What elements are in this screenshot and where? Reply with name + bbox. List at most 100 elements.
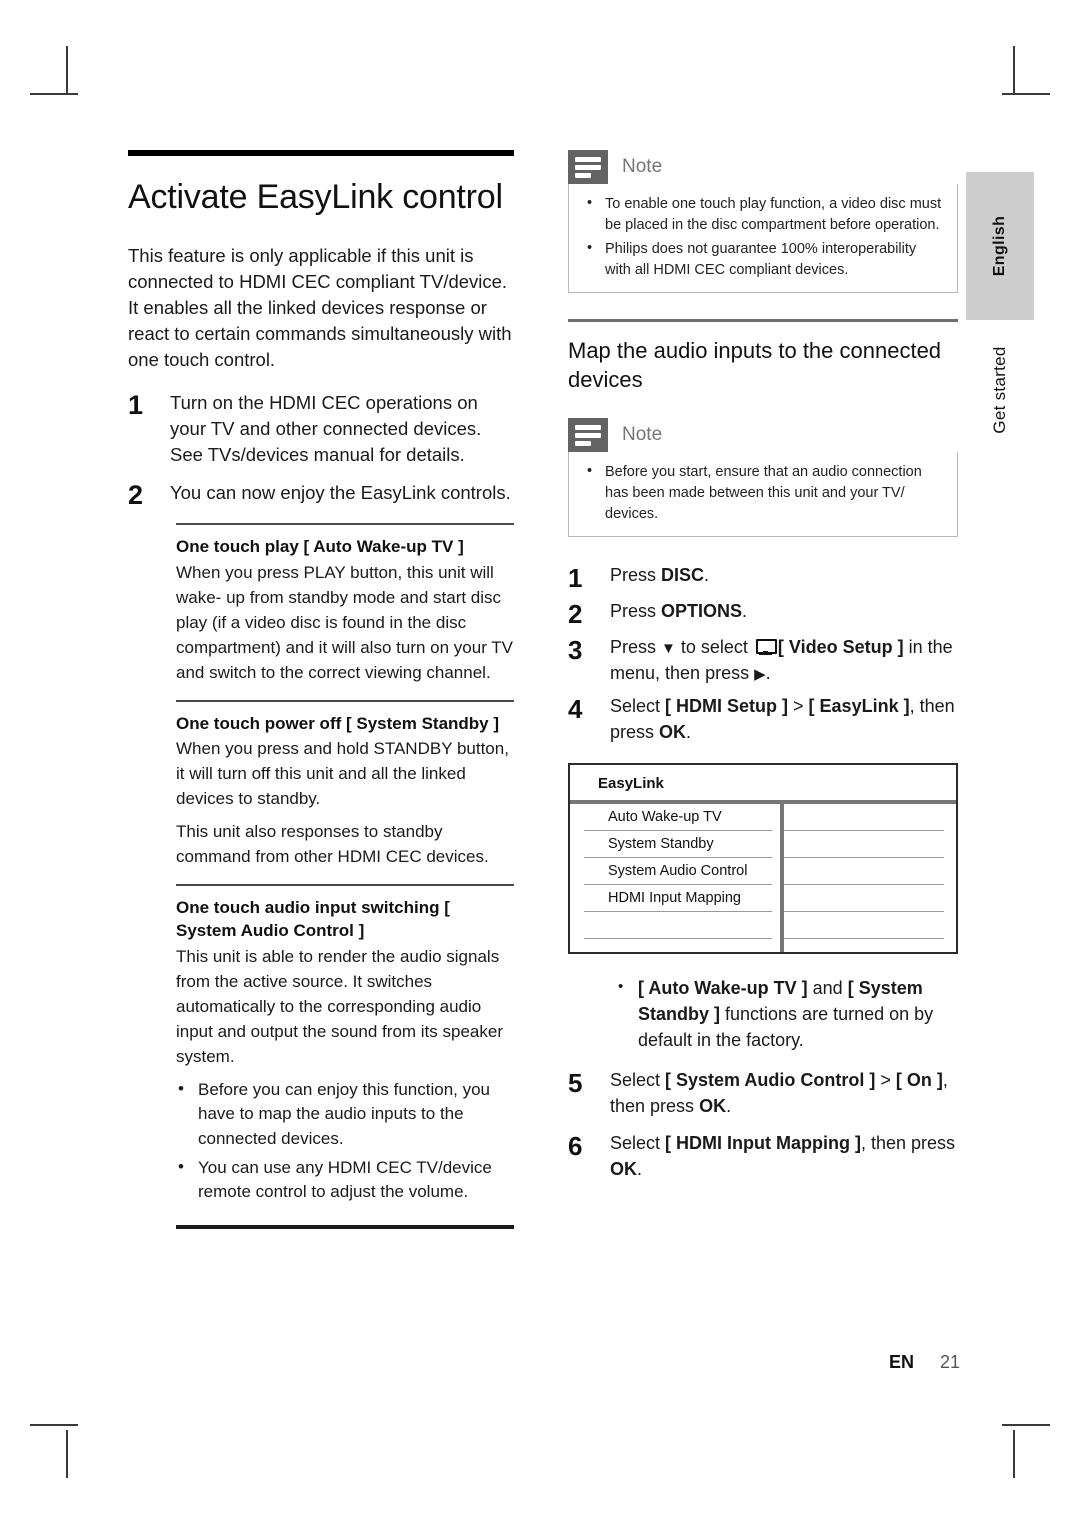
step-key-label: OPTIONS bbox=[661, 601, 743, 622]
left-column: Activate EasyLink control This feature i… bbox=[128, 150, 514, 1229]
step-1-text: Turn on the HDMI CEC operations on your … bbox=[170, 392, 482, 466]
right-step-2-number: 2 bbox=[568, 599, 583, 630]
step-2-text: You can now enjoy the EasyLink controls. bbox=[170, 482, 511, 504]
step-key-label: DISC bbox=[661, 565, 705, 586]
subsection-1-heading: One touch play [ Auto Wake-up TV ] bbox=[176, 537, 464, 557]
subsection-one-touch-power-off: One touch power off [ System Standby ] W… bbox=[176, 712, 514, 870]
right-step-3-number: 3 bbox=[568, 635, 583, 666]
list-item: To enable one touch play function, a vid… bbox=[583, 193, 943, 235]
table-row[interactable]: Auto Wake-up TV bbox=[584, 804, 772, 832]
note-box-top: Note To enable one touch play function, … bbox=[568, 150, 958, 294]
osd-menu-column: Auto Wake-up TV System Standby System Au… bbox=[570, 804, 784, 953]
note-top-body: To enable one touch play function, a vid… bbox=[568, 184, 958, 294]
osd-value-column bbox=[784, 804, 956, 952]
left-column-bottom-rule bbox=[176, 1224, 514, 1229]
step-text-fragment: Press bbox=[610, 565, 662, 586]
right-step-6-number: 6 bbox=[568, 1131, 583, 1162]
subsection-3-heading: One touch audio input switching [ System… bbox=[176, 897, 450, 941]
crop-mark-top-right-vertical bbox=[1013, 46, 1015, 94]
step-text-fragment: . bbox=[637, 1158, 643, 1179]
note-mid-body: Before you start, ensure that an audio c… bbox=[568, 452, 958, 538]
right-step-5-text: Select [ System Audio Control ] > [ On ]… bbox=[610, 1068, 958, 1119]
table-row[interactable]: System Audio Control bbox=[584, 858, 772, 886]
table-row-empty bbox=[584, 939, 772, 965]
step-text-fragment: . bbox=[704, 565, 710, 586]
list-item: Philips does not guarantee 100% interope… bbox=[583, 238, 943, 280]
table-row-empty bbox=[784, 939, 944, 965]
subsection-one-touch-audio-input-switching: One touch audio input switching [ System… bbox=[176, 896, 514, 1205]
step-text-fragment: > bbox=[875, 1070, 896, 1091]
crop-mark-top-left-vertical bbox=[66, 46, 68, 94]
table-row-empty bbox=[584, 912, 772, 940]
table-row[interactable]: System Standby bbox=[584, 831, 772, 859]
crop-mark-bottom-right-horizontal bbox=[1002, 1424, 1050, 1426]
step-menu-label: [ EasyLink ] bbox=[808, 696, 910, 717]
table-row-value[interactable] bbox=[784, 885, 944, 913]
right-step-3-text: Press ▼ to select [ Video Setup ] in the… bbox=[610, 635, 958, 686]
arrow-right-icon: ▶ bbox=[754, 665, 766, 683]
step-2-number: 2 bbox=[128, 480, 144, 511]
subsection-one-touch-play: One touch play [ Auto Wake-up TV ] When … bbox=[176, 535, 514, 685]
list-item: Before you start, ensure that an audio c… bbox=[583, 461, 943, 524]
table-row-value[interactable] bbox=[784, 804, 944, 832]
crop-mark-top-right-horizontal bbox=[1002, 93, 1050, 95]
right-step-2-text: Press OPTIONS. bbox=[610, 599, 958, 625]
step-2: 2 You can now enjoy the EasyLink control… bbox=[128, 480, 514, 509]
note-lines-icon bbox=[568, 418, 608, 453]
right-step-5-number: 5 bbox=[568, 1068, 583, 1099]
right-step-3: 3 Press ▼ to select [ Video Setup ] in t… bbox=[568, 635, 958, 686]
osd-default-note: [ Auto Wake-up TV ] and [ System Standby… bbox=[616, 976, 958, 1054]
step-menu-label: [ Video Setup ] bbox=[777, 637, 904, 658]
step-text-fragment: . bbox=[686, 721, 692, 742]
step-key-label: OK bbox=[659, 721, 687, 742]
note-top-header: Note bbox=[568, 150, 958, 184]
step-menu-label: [ On ] bbox=[895, 1070, 943, 1091]
table-row[interactable]: HDMI Input Mapping bbox=[584, 885, 772, 913]
osd-header-title: EasyLink bbox=[598, 775, 664, 793]
note-top-title: Note bbox=[622, 156, 663, 177]
page-title: Activate EasyLink control bbox=[128, 178, 503, 216]
step-text-fragment: Select bbox=[610, 1133, 666, 1154]
right-step-6: 6 Select [ HDMI Input Mapping ], then pr… bbox=[568, 1131, 958, 1182]
section-tab-label: Get started bbox=[990, 346, 1009, 434]
step-menu-label: [ HDMI Setup ] bbox=[665, 696, 789, 717]
note-box-middle: Note Before you start, ensure that an au… bbox=[568, 418, 958, 538]
language-tab: English bbox=[966, 172, 1034, 320]
page-footer: EN 21 bbox=[0, 1352, 1080, 1373]
footer-language-code: EN bbox=[888, 1352, 914, 1372]
right-step-6-text: Select [ HDMI Input Mapping ], then pres… bbox=[610, 1131, 958, 1182]
subsection-2-body: When you press and hold STANDBY button, … bbox=[176, 738, 509, 808]
right-column: Note To enable one touch play function, … bbox=[568, 150, 958, 1194]
step-key-label: OK bbox=[699, 1095, 727, 1116]
step-1-number: 1 bbox=[128, 390, 144, 421]
subsection-3-body: This unit is able to render the audio si… bbox=[176, 946, 503, 1066]
right-step-1-text: Press DISC. bbox=[610, 563, 958, 589]
crop-mark-bottom-left-vertical bbox=[66, 1430, 68, 1478]
title-rule bbox=[128, 150, 514, 156]
step-text-fragment: Press bbox=[610, 601, 662, 622]
text-fragment: and bbox=[807, 978, 848, 999]
right-step-4-text: Select [ HDMI Setup ] > [ EasyLink ], th… bbox=[610, 694, 958, 745]
right-step-5: 5 Select [ System Audio Control ] > [ On… bbox=[568, 1068, 958, 1119]
table-row-value[interactable] bbox=[784, 831, 944, 859]
step-text-fragment: . bbox=[742, 601, 748, 622]
easylink-osd-table: EasyLink Auto Wake-up TV System Standby … bbox=[568, 763, 958, 955]
table-row-value[interactable] bbox=[784, 858, 944, 886]
monitor-icon bbox=[755, 639, 777, 656]
list-item: Before you can enjoy this function, you … bbox=[176, 1077, 514, 1152]
step-text-fragment: Select bbox=[610, 696, 666, 717]
step-menu-label: [ HDMI Input Mapping ] bbox=[665, 1133, 861, 1154]
language-tab-label: English bbox=[991, 215, 1008, 277]
table-row-empty bbox=[784, 912, 944, 940]
section-tab: Get started bbox=[966, 330, 1034, 450]
step-menu-label: [ System Audio Control ] bbox=[665, 1070, 876, 1091]
note-mid-header: Note bbox=[568, 418, 958, 453]
step-key-label: OK bbox=[610, 1158, 637, 1179]
note-lines-icon bbox=[568, 150, 608, 184]
right-step-4: 4 Select [ HDMI Setup ] > [ EasyLink ], … bbox=[568, 694, 958, 745]
note-mid-title: Note bbox=[622, 424, 663, 446]
step-text-fragment: , then press bbox=[860, 1133, 956, 1154]
crop-mark-bottom-left-horizontal bbox=[30, 1424, 78, 1426]
step-1: 1 Turn on the HDMI CEC operations on you… bbox=[128, 390, 514, 468]
crop-mark-top-left-horizontal bbox=[30, 93, 78, 95]
